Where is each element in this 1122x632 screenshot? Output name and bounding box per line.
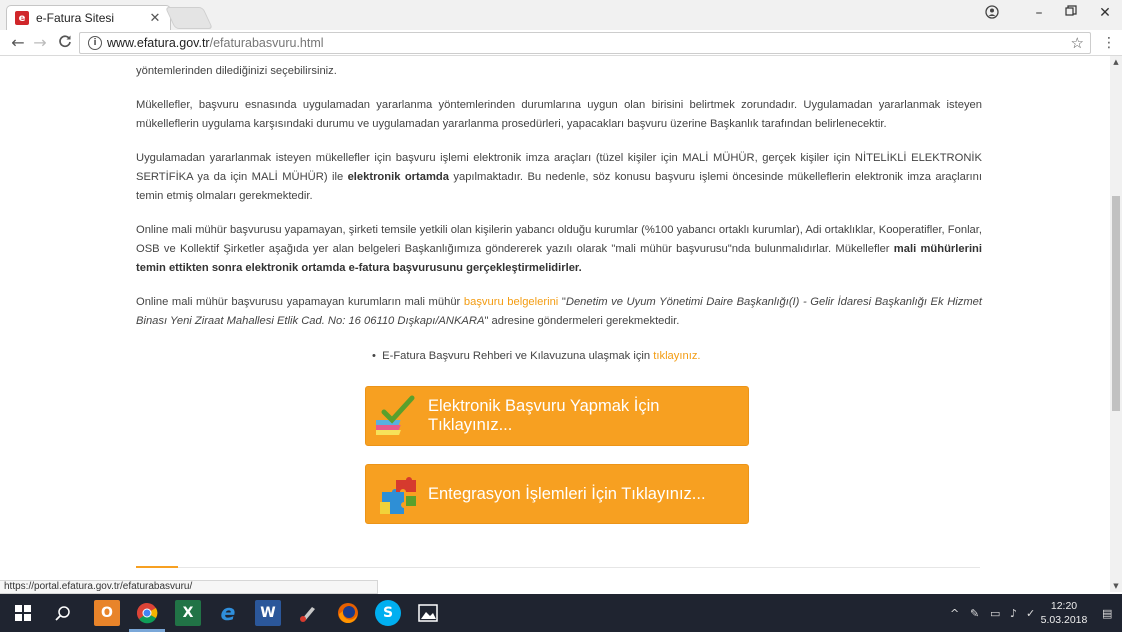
browser-toolbar: ← → i www.efatura.gov.tr/efaturabasvuru.… [0, 30, 1122, 56]
word-icon[interactable]: W [255, 600, 281, 626]
address-bar[interactable]: i www.efatura.gov.tr/efaturabasvuru.html… [79, 32, 1091, 54]
skype-icon[interactable]: S [375, 600, 401, 626]
minimize-icon[interactable]: – [1024, 5, 1054, 25]
tab-title: e-Fatura Sitesi [36, 11, 115, 25]
tab-close-icon[interactable]: ✕ [146, 11, 164, 26]
back-icon[interactable]: ← [8, 33, 28, 53]
windows-taskbar: O X e W S ^ ✎ ▭ ♪ ✓ 12:20 5.03.2018 ▤ [0, 594, 1122, 632]
page-viewport: yöntemlerinden dilediğinizi seçebilirsin… [0, 56, 1110, 592]
puzzle-icon [376, 472, 420, 516]
scroll-up-icon[interactable]: ▲ [1112, 58, 1120, 66]
volume-icon[interactable]: ♪ [1010, 594, 1017, 632]
paragraph-obligation: Mükellefler, başvuru esnasında uygulamad… [136, 99, 982, 130]
photos-icon[interactable] [415, 600, 441, 626]
link-status-bar: https://portal.efatura.gov.tr/efaturabas… [0, 580, 378, 594]
internet-explorer-icon[interactable]: e [215, 600, 241, 626]
scroll-thumb[interactable] [1112, 196, 1120, 411]
close-window-icon[interactable]: ✕ [1090, 5, 1120, 25]
electronic-application-label: Elektronik Başvuru Yapmak İçin Tıklayını… [428, 397, 660, 434]
profile-icon[interactable] [977, 5, 1007, 25]
paragraph-e-signature: Uygulamadan yararlanmak isteyen mükellef… [136, 152, 982, 202]
battery-icon[interactable]: ▭ [990, 594, 1000, 632]
integration-button[interactable]: Entegrasyon İşlemleri İçin Tıklayınız... [365, 464, 749, 524]
notifications-icon[interactable]: ▤ [1102, 594, 1112, 632]
chrome-icon[interactable] [134, 600, 160, 626]
paint-icon[interactable] [295, 600, 321, 626]
checklist-icon [370, 394, 420, 438]
url-text: www.efatura.gov.tr/efaturabasvuru.html [107, 36, 324, 50]
guide-list-item: • E-Fatura Başvuru Rehberi ve Kılavuzuna… [372, 350, 701, 362]
network-icon[interactable]: ✓ [1026, 594, 1035, 632]
integration-label: Entegrasyon İşlemleri İçin Tıklayınız... [428, 484, 706, 503]
scroll-down-icon[interactable]: ▼ [1112, 582, 1120, 590]
forward-icon[interactable]: → [30, 33, 50, 53]
outlook-icon[interactable]: O [94, 600, 120, 626]
tray-overflow-icon[interactable]: ^ [950, 594, 959, 632]
restore-icon[interactable] [1056, 5, 1086, 25]
efatura-favicon-icon: e [15, 11, 29, 25]
electronic-application-button[interactable]: Elektronik Başvuru Yapmak İçin Tıklayını… [365, 386, 749, 446]
paragraph-address: Online mali mühür başvurusu yapamayan ku… [136, 296, 983, 327]
excel-icon[interactable]: X [175, 600, 201, 626]
menu-kebab-icon[interactable]: ⋮ [1099, 33, 1119, 53]
page-scrollbar[interactable]: ▲ ▼ [1110, 56, 1122, 592]
new-tab-button[interactable] [164, 7, 214, 29]
site-info-icon[interactable]: i [88, 36, 102, 50]
search-icon[interactable] [50, 600, 76, 626]
footer-divider [136, 567, 980, 568]
taskbar-clock[interactable]: 12:20 5.03.2018 [1038, 599, 1090, 627]
bookmark-star-icon[interactable]: ☆ [1071, 34, 1084, 52]
windows-start-icon[interactable] [10, 600, 36, 626]
footer-divider-accent [136, 566, 178, 568]
pen-workspace-icon[interactable]: ✎ [970, 594, 979, 632]
reload-icon[interactable] [55, 33, 75, 53]
paragraph-methods: yöntemlerinden dilediğinizi seçebilirsin… [136, 65, 337, 77]
firefox-icon[interactable] [335, 600, 361, 626]
paragraph-mali-muhur: Online mali mühür başvurusu yapamayan, ş… [136, 224, 982, 274]
guide-link[interactable]: tıklayınız. [653, 350, 700, 362]
browser-tab[interactable]: e e-Fatura Sitesi ✕ [6, 5, 171, 30]
browser-titlebar: e e-Fatura Sitesi ✕ – ✕ [0, 0, 1122, 30]
page-content: yöntemlerinden dilediğinizi seçebilirsin… [136, 62, 982, 346]
basvuru-belgeleri-link[interactable]: başvuru belgelerini [464, 296, 558, 308]
